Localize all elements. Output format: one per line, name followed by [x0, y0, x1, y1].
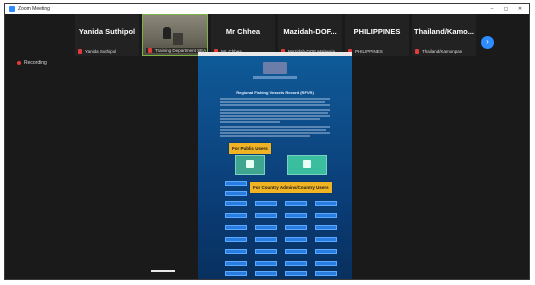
shared-screen[interactable]: Regional Fishing Vessels Record (RFVR) F…	[198, 52, 352, 279]
menu-button[interactable]	[225, 201, 247, 206]
menu-button[interactable]	[255, 271, 277, 276]
menu-button[interactable]	[255, 261, 277, 266]
participant-tile[interactable]: Mr Chhea Mr. Chhea	[211, 14, 275, 56]
menu-button[interactable]	[225, 181, 247, 186]
menu-button[interactable]	[315, 201, 337, 206]
menu-button[interactable]	[285, 249, 307, 254]
country-admin-callout: For Country Admins/Country Users	[250, 182, 332, 193]
muted-mic-icon	[148, 48, 152, 53]
participant-tile[interactable]: Thailand/Kamo... Thailand/Kamonpan	[412, 14, 476, 56]
menu-button[interactable]	[315, 213, 337, 218]
menu-button[interactable]	[225, 225, 247, 230]
menu-button[interactable]	[285, 237, 307, 242]
zoom-window: Zoom Meeting – ◻ ✕ Yanida Suthipol Yanid…	[4, 3, 530, 280]
text-line	[220, 115, 330, 117]
menu-button[interactable]	[285, 225, 307, 230]
menu-button[interactable]	[285, 201, 307, 206]
menu-button[interactable]	[255, 225, 277, 230]
chart-icon	[246, 160, 254, 168]
text-line	[220, 121, 280, 123]
text-line	[220, 126, 330, 128]
recording-dot-icon	[17, 61, 21, 65]
participant-label: Yanida Suthipol	[85, 49, 117, 54]
site-logo-caption	[253, 76, 297, 79]
minimize-button[interactable]: –	[485, 4, 499, 14]
zoom-app-icon	[9, 6, 15, 12]
recording-label: Recording	[24, 60, 47, 66]
public-users-card[interactable]	[235, 155, 265, 175]
muted-mic-icon	[78, 49, 82, 54]
text-line	[220, 132, 330, 134]
participant-tile[interactable]: Mazidah-DOF... Mazidah-DOF Malaysia	[278, 14, 342, 56]
users-icon	[303, 160, 311, 168]
participant-label: Thailand/Kamonpan	[422, 49, 463, 54]
menu-button[interactable]	[255, 213, 277, 218]
menu-button[interactable]	[315, 237, 337, 242]
menu-button[interactable]	[225, 271, 247, 276]
menu-button[interactable]	[225, 191, 247, 196]
participant-name: Thailand/Kamo...	[413, 27, 474, 36]
menu-button[interactable]	[225, 249, 247, 254]
close-button[interactable]: ✕	[513, 4, 527, 14]
menu-button[interactable]	[285, 271, 307, 276]
menu-button[interactable]	[255, 237, 277, 242]
text-line	[220, 129, 326, 131]
muted-mic-icon	[415, 49, 419, 54]
window-title: Zoom Meeting	[18, 6, 50, 12]
text-line	[220, 109, 330, 111]
menu-button[interactable]	[225, 213, 247, 218]
menu-button[interactable]	[225, 261, 247, 266]
participant-name: Mr Chhea	[225, 27, 261, 36]
menu-button[interactable]	[285, 261, 307, 266]
text-line	[220, 135, 310, 137]
chair-figure	[173, 33, 183, 45]
site-logo	[263, 62, 287, 74]
menu-button[interactable]	[315, 249, 337, 254]
text-line	[220, 104, 330, 106]
participant-tile[interactable]: Yanida Suthipol Yanida Suthipol	[75, 14, 139, 56]
text-line	[220, 101, 325, 103]
menu-button[interactable]	[315, 271, 337, 276]
text-line	[220, 118, 320, 120]
menu-button[interactable]	[315, 261, 337, 266]
maximize-button[interactable]: ◻	[499, 4, 513, 14]
public-users-callout: For Public Users	[229, 143, 271, 154]
participant-name: Mazidah-DOF...	[283, 27, 337, 36]
menu-button[interactable]	[225, 237, 247, 242]
person-figure	[163, 27, 171, 39]
menu-button[interactable]	[315, 225, 337, 230]
scroll-handle[interactable]	[151, 270, 175, 272]
title-bar: Zoom Meeting – ◻ ✕	[5, 4, 529, 14]
menu-button[interactable]	[285, 213, 307, 218]
country-admin-card[interactable]	[287, 155, 327, 175]
participant-name: Yanida Suthipol	[78, 27, 136, 36]
participant-video-tile[interactable]: Training Department SEA	[142, 14, 208, 56]
next-page-button[interactable]: ›	[481, 36, 494, 49]
site-title: Regional Fishing Vessels Record (RFVR)	[236, 90, 314, 95]
menu-button[interactable]	[255, 249, 277, 254]
participant-name: PHILIPPINES	[353, 27, 401, 36]
text-line	[220, 98, 330, 100]
participant-label: PHILIPPINES	[355, 49, 383, 54]
menu-button[interactable]	[255, 201, 277, 206]
participant-tile[interactable]: PHILIPPINES PHILIPPINES	[345, 14, 409, 56]
recording-indicator[interactable]: Recording	[17, 60, 47, 66]
text-line	[220, 112, 328, 114]
